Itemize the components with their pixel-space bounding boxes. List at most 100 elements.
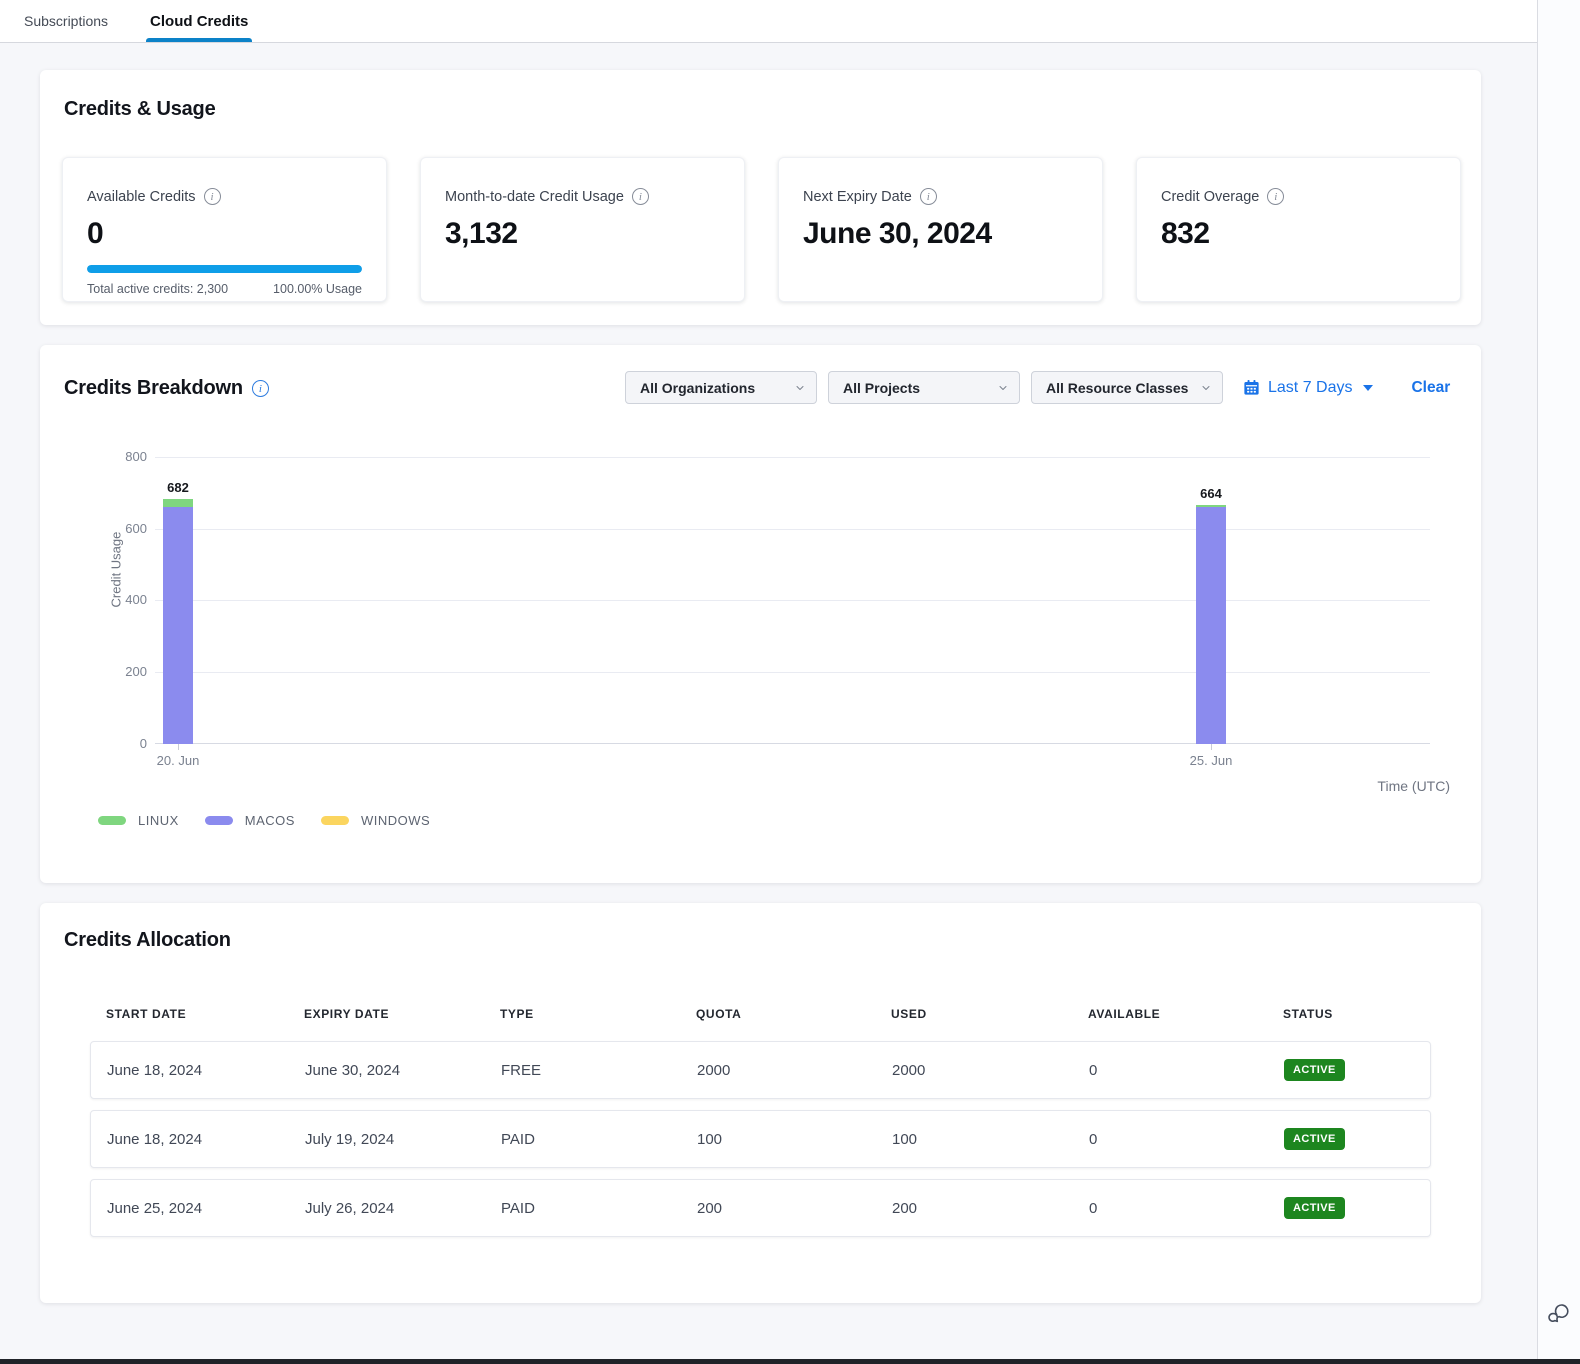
legend-item-macos[interactable]: MACOS: [205, 813, 295, 828]
cell-used: 100: [892, 1131, 1089, 1148]
chat-bubbles-icon[interactable]: [1546, 1300, 1572, 1326]
bar-segment-macos: [1196, 507, 1226, 744]
cell-available: 0: [1089, 1062, 1284, 1079]
bar-value-label: 682: [167, 480, 189, 495]
x-axis-title: Time (UTC): [1377, 778, 1450, 794]
bar-segment-macos: [163, 507, 193, 744]
status-badge: ACTIVE: [1284, 1128, 1345, 1150]
x-label-20-jun: 20. Jun: [157, 753, 200, 768]
cell-expiry-date: July 26, 2024: [305, 1200, 501, 1217]
usage-percent: 100.00% Usage: [273, 282, 362, 296]
credit-overage-value: 832: [1161, 217, 1436, 251]
metric-card-mtd-usage: Month-to-date Credit Usage i 3,132: [420, 157, 745, 302]
info-icon[interactable]: i: [920, 188, 937, 205]
resource-classes-select-value: All Resource Classes: [1046, 380, 1188, 396]
credits-progress-bar: [87, 265, 362, 273]
chevron-down-icon: [1200, 382, 1212, 394]
metric-label: Available Credits: [87, 189, 196, 205]
bar-segment-linux: [163, 499, 193, 507]
col-status: STATUS: [1283, 1007, 1431, 1021]
cell-expiry-date: June 30, 2024: [305, 1062, 501, 1079]
clear-filters-button[interactable]: Clear: [1411, 379, 1450, 397]
chart-filters: All Organizations All Projects All Resou…: [625, 371, 1450, 404]
credits-usage-section: Credits & Usage Available Credits i 0 To…: [40, 70, 1481, 325]
organizations-select[interactable]: All Organizations: [625, 371, 817, 404]
col-start-date: START DATE: [106, 1007, 304, 1021]
tab-cloud-credits[interactable]: Cloud Credits: [148, 0, 250, 42]
cell-quota: 200: [697, 1200, 892, 1217]
bar-value-label: 664: [1200, 486, 1222, 501]
total-active-credits: Total active credits: 2,300: [87, 282, 228, 296]
info-icon[interactable]: i: [252, 380, 269, 397]
next-expiry-value: June 30, 2024: [803, 217, 1078, 251]
cell-quota: 2000: [697, 1062, 892, 1079]
cell-available: 0: [1089, 1200, 1284, 1217]
cell-quota: 100: [697, 1131, 892, 1148]
y-tick-200: 200: [102, 664, 147, 679]
status-badge: ACTIVE: [1284, 1059, 1345, 1081]
cell-available: 0: [1089, 1131, 1284, 1148]
tab-bar: Subscriptions Cloud Credits: [0, 0, 1537, 43]
macos-swatch: [205, 816, 233, 825]
chevron-down-icon: [997, 382, 1009, 394]
metric-cards-row: Available Credits i 0 Total active credi…: [62, 157, 1461, 302]
credits-allocation-table: START DATE EXPIRY DATE TYPE QUOTA USED A…: [90, 1003, 1431, 1248]
col-quota: QUOTA: [696, 1007, 891, 1021]
bar-20-jun[interactable]: 682: [163, 480, 193, 744]
x-tick: [178, 744, 179, 750]
bar-25-jun[interactable]: 664: [1196, 486, 1226, 744]
credits-allocation-section: Credits Allocation START DATE EXPIRY DAT…: [40, 903, 1481, 1303]
metric-card-next-expiry: Next Expiry Date i June 30, 2024: [778, 157, 1103, 302]
status-badge: ACTIVE: [1284, 1197, 1345, 1219]
bottom-edge-bar: [0, 1359, 1580, 1364]
metric-label: Month-to-date Credit Usage: [445, 189, 624, 205]
col-available: AVAILABLE: [1088, 1007, 1283, 1021]
x-axis-line: [155, 743, 1430, 744]
metric-label: Credit Overage: [1161, 189, 1259, 205]
date-range-picker[interactable]: Last 7 Days: [1242, 378, 1373, 397]
metric-card-credit-overage: Credit Overage i 832: [1136, 157, 1461, 302]
gridline: [155, 529, 1430, 530]
credits-usage-title: Credits & Usage: [64, 98, 216, 121]
x-tick: [1211, 744, 1212, 750]
cell-used: 200: [892, 1200, 1089, 1217]
legend-item-linux[interactable]: LINUX: [98, 813, 179, 828]
projects-select[interactable]: All Projects: [828, 371, 1020, 404]
x-label-25-jun: 25. Jun: [1190, 753, 1233, 768]
col-expiry-date: EXPIRY DATE: [304, 1007, 500, 1021]
credit-usage-chart: 682 664 20. Jun 25. Jun: [155, 457, 1430, 744]
gridline: [155, 457, 1430, 458]
table-row[interactable]: June 18, 2024 June 30, 2024 FREE 2000 20…: [90, 1041, 1431, 1099]
credits-allocation-title: Credits Allocation: [64, 929, 231, 952]
table-row[interactable]: June 18, 2024 July 19, 2024 PAID 100 100…: [90, 1110, 1431, 1168]
windows-swatch: [321, 816, 349, 825]
cell-used: 2000: [892, 1062, 1089, 1079]
y-tick-400: 400: [102, 592, 147, 607]
y-tick-800: 800: [102, 449, 147, 464]
info-icon[interactable]: i: [632, 188, 649, 205]
tab-subscriptions[interactable]: Subscriptions: [22, 0, 110, 42]
cell-type: PAID: [501, 1200, 697, 1217]
metric-card-available-credits: Available Credits i 0 Total active credi…: [62, 157, 387, 302]
credits-breakdown-title: Credits Breakdown: [64, 377, 243, 400]
resource-classes-select[interactable]: All Resource Classes: [1031, 371, 1223, 404]
organizations-select-value: All Organizations: [640, 380, 755, 396]
metric-label: Next Expiry Date: [803, 189, 912, 205]
cell-start-date: June 18, 2024: [107, 1062, 305, 1079]
credits-progress-fill: [87, 265, 362, 273]
y-tick-600: 600: [102, 521, 147, 536]
linux-swatch: [98, 816, 126, 825]
info-icon[interactable]: i: [1267, 188, 1284, 205]
legend-label: MACOS: [245, 813, 295, 828]
table-row[interactable]: June 25, 2024 July 26, 2024 PAID 200 200…: [90, 1179, 1431, 1237]
chevron-down-icon: [794, 382, 806, 394]
legend-label: WINDOWS: [361, 813, 430, 828]
table-header: START DATE EXPIRY DATE TYPE QUOTA USED A…: [90, 1003, 1431, 1025]
info-icon[interactable]: i: [204, 188, 221, 205]
available-credits-value: 0: [87, 217, 362, 251]
y-tick-0: 0: [102, 736, 147, 751]
cell-expiry-date: July 19, 2024: [305, 1131, 501, 1148]
gridline: [155, 600, 1430, 601]
legend-item-windows[interactable]: WINDOWS: [321, 813, 430, 828]
chart-legend: LINUX MACOS WINDOWS: [98, 813, 430, 828]
